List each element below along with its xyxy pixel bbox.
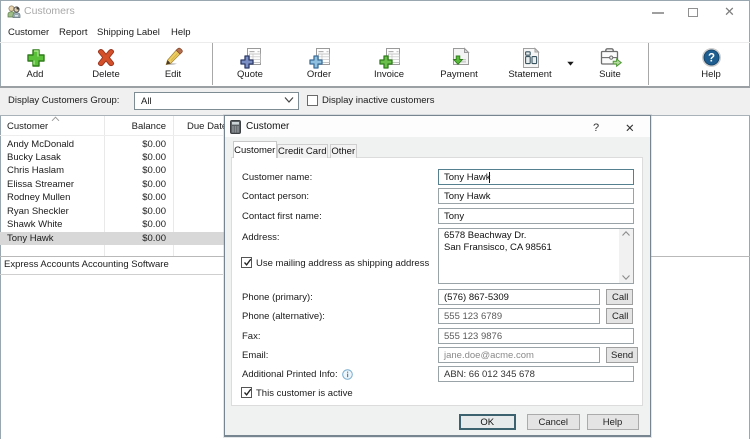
svg-text:?: ? xyxy=(708,52,715,64)
